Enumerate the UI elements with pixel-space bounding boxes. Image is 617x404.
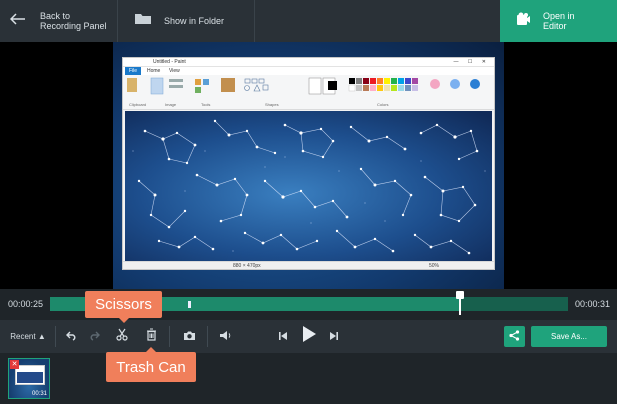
show-in-folder-button[interactable]: Show in Folder	[134, 0, 244, 42]
scissors-icon	[116, 328, 128, 346]
next-frame-button[interactable]	[324, 320, 344, 353]
playhead-knob[interactable]	[456, 291, 464, 299]
paint-group-tools: Tools	[201, 102, 211, 107]
playhead-handle[interactable]	[456, 291, 464, 315]
thumbnail-window-preview	[15, 365, 45, 385]
back-button-label: Back to Recording Panel	[40, 11, 107, 31]
play-icon	[301, 325, 317, 348]
paint-tab-home: Home	[147, 68, 161, 74]
camera-icon	[183, 328, 196, 346]
open-in-editor-button[interactable]: Open in Editor	[500, 0, 617, 42]
paint-ribbon-tabs: File Home View	[123, 67, 494, 75]
thumbnail-duration: 00:31	[31, 391, 47, 397]
play-button[interactable]	[297, 320, 321, 353]
back-to-recording-panel-button[interactable]: Back to Recording Panel	[9, 0, 115, 42]
paint-group-colors: Colors	[377, 102, 389, 107]
open-editor-label: Open in Editor	[543, 11, 575, 31]
arrow-left-icon	[9, 12, 26, 30]
paint-window-screenshot: Untitled - Paint — ☐ ✕ File Home View Cl…	[122, 57, 495, 270]
recording-thumbnail[interactable]: ✕ 00:31	[8, 358, 50, 399]
end-time: 00:00:31	[575, 299, 611, 309]
folder-icon	[134, 12, 152, 30]
volume-button[interactable]	[215, 320, 235, 353]
paint-title: Untitled - Paint	[153, 59, 186, 65]
constellation-image	[125, 111, 492, 261]
back-label-line2: Recording Panel	[40, 21, 107, 31]
paint-tab-file: File	[125, 67, 142, 75]
trash-icon	[146, 328, 157, 346]
trim-start-marker[interactable]	[188, 301, 191, 308]
previous-frame-button[interactable]	[273, 320, 293, 353]
delete-recording-icon[interactable]: ✕	[10, 360, 19, 369]
snapshot-button[interactable]	[179, 320, 199, 353]
recent-dropdown[interactable]: Recent ▲	[6, 320, 50, 353]
open-editor-line1: Open in	[543, 11, 575, 21]
constellation-artwork	[125, 111, 492, 261]
controls-divider	[207, 326, 208, 347]
controls-divider	[169, 326, 170, 347]
redo-button[interactable]	[84, 320, 104, 353]
paint-tab-view: View	[169, 68, 180, 74]
paint-ribbon-tools-icon	[127, 77, 480, 95]
paint-group-shapes: Shapes	[265, 102, 279, 107]
film-editor-icon	[516, 12, 531, 31]
trash-can-callout: Trash Can	[106, 352, 196, 382]
start-time: 00:00:25	[8, 299, 44, 309]
paint-ribbon: Clipboard Image Tools Shapes Colors	[123, 75, 494, 110]
paint-window-controls: — ☐ ✕	[453, 59, 490, 65]
speaker-icon	[219, 328, 232, 346]
recordings-strip: ✕ 00:31	[0, 353, 617, 404]
scissors-callout-pointer	[119, 318, 129, 323]
share-icon	[509, 328, 520, 346]
paint-title-bar: Untitled - Paint — ☐ ✕	[123, 58, 494, 67]
toolbar-divider	[254, 0, 255, 42]
save-as-button[interactable]: Save As...	[531, 326, 607, 347]
toolbar-divider	[117, 0, 118, 42]
paint-group-image: Image	[165, 102, 177, 107]
paint-zoom-level: 50%	[429, 263, 440, 269]
redo-icon	[88, 328, 100, 346]
paint-group-clipboard: Clipboard	[129, 102, 147, 107]
paint-status-bar: 880 × 470px 50%	[123, 261, 494, 269]
scissors-callout: Scissors	[85, 291, 162, 318]
skip-back-icon	[278, 328, 288, 346]
undo-button[interactable]	[62, 320, 82, 353]
playback-controls: Recent ▲ Save As...	[0, 320, 617, 353]
undo-icon	[66, 328, 78, 346]
scissors-button[interactable]	[112, 320, 132, 353]
top-toolbar: Back to Recording Panel Show in Folder O…	[0, 0, 617, 42]
thumbnail-image-preview	[17, 372, 43, 383]
back-label-line1: Back to	[40, 11, 71, 21]
open-editor-line2: Editor	[543, 21, 567, 31]
paint-image-size: 880 × 470px	[233, 263, 261, 269]
skip-forward-icon	[329, 328, 339, 346]
share-button[interactable]	[504, 326, 525, 347]
controls-divider	[55, 326, 56, 347]
show-in-folder-label: Show in Folder	[164, 16, 225, 26]
